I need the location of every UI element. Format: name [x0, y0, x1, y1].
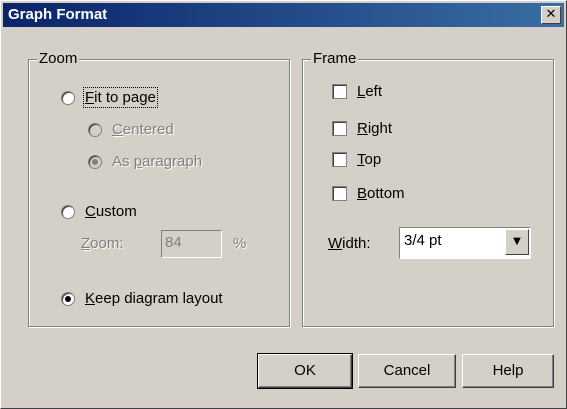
right-checkbox-box[interactable]	[332, 121, 347, 136]
left-checkbox-box[interactable]	[332, 84, 347, 99]
frame-right-checkbox[interactable]: Right	[332, 120, 392, 137]
centered-label: Centered	[112, 121, 174, 138]
frame-top-checkbox[interactable]: Top	[332, 151, 381, 168]
radio-selected-dot	[65, 295, 71, 302]
zoom-group-label: Zoom	[37, 50, 80, 67]
custom-label: Custom	[85, 203, 137, 220]
fit-to-page-radio-button[interactable]	[61, 90, 75, 105]
as-paragraph-label: As paragraph	[112, 153, 203, 170]
right-label: Right	[357, 120, 393, 137]
custom-radio-button[interactable]	[61, 204, 75, 219]
help-button[interactable]: Help	[462, 354, 554, 388]
top-label: Top	[357, 151, 382, 168]
title-bar[interactable]: Graph Format ✕	[3, 3, 564, 27]
graph-format-dialog: Graph Format ✕ Zoom Fit to page Centered…	[0, 0, 567, 409]
chevron-down-icon[interactable]: ▼	[505, 229, 529, 255]
bottom-checkbox-box[interactable]	[332, 186, 347, 201]
width-label: Width:	[328, 235, 371, 252]
fit-to-page-radio[interactable]: Fit to page	[61, 87, 158, 108]
close-icon[interactable]: ✕	[541, 6, 561, 24]
zoom-field-label: Zoom:	[81, 235, 124, 252]
centered-radio-button[interactable]	[88, 122, 102, 137]
as-paragraph-radio-button[interactable]	[88, 154, 102, 169]
bottom-label: Bottom	[357, 185, 405, 202]
frame-group-label: Frame	[311, 50, 359, 67]
width-dropdown[interactable]: 3/4 pt ▼	[399, 227, 531, 259]
ok-button[interactable]: OK	[257, 353, 353, 389]
centered-radio[interactable]: Centered	[88, 121, 174, 138]
radio-selected-dot	[92, 158, 98, 165]
custom-radio[interactable]: Custom	[61, 203, 137, 220]
width-dropdown-value: 3/4 pt	[404, 232, 442, 249]
as-paragraph-radio[interactable]: As paragraph	[88, 153, 202, 170]
keep-diagram-layout-label: Keep diagram layout	[85, 290, 223, 307]
frame-left-checkbox[interactable]: Left	[332, 83, 382, 100]
window-title: Graph Format	[8, 6, 108, 23]
top-checkbox-box[interactable]	[332, 152, 347, 167]
zoom-percent-input[interactable]: 84	[161, 230, 222, 258]
keep-diagram-layout-radio[interactable]: Keep diagram layout	[61, 290, 223, 307]
fit-to-page-label: Fit to page	[83, 87, 158, 108]
frame-bottom-checkbox[interactable]: Bottom	[332, 185, 405, 202]
percent-unit-label: %	[233, 235, 247, 252]
keep-diagram-layout-radio-button[interactable]	[61, 291, 75, 306]
left-label: Left	[357, 83, 383, 100]
cancel-button[interactable]: Cancel	[358, 354, 456, 388]
